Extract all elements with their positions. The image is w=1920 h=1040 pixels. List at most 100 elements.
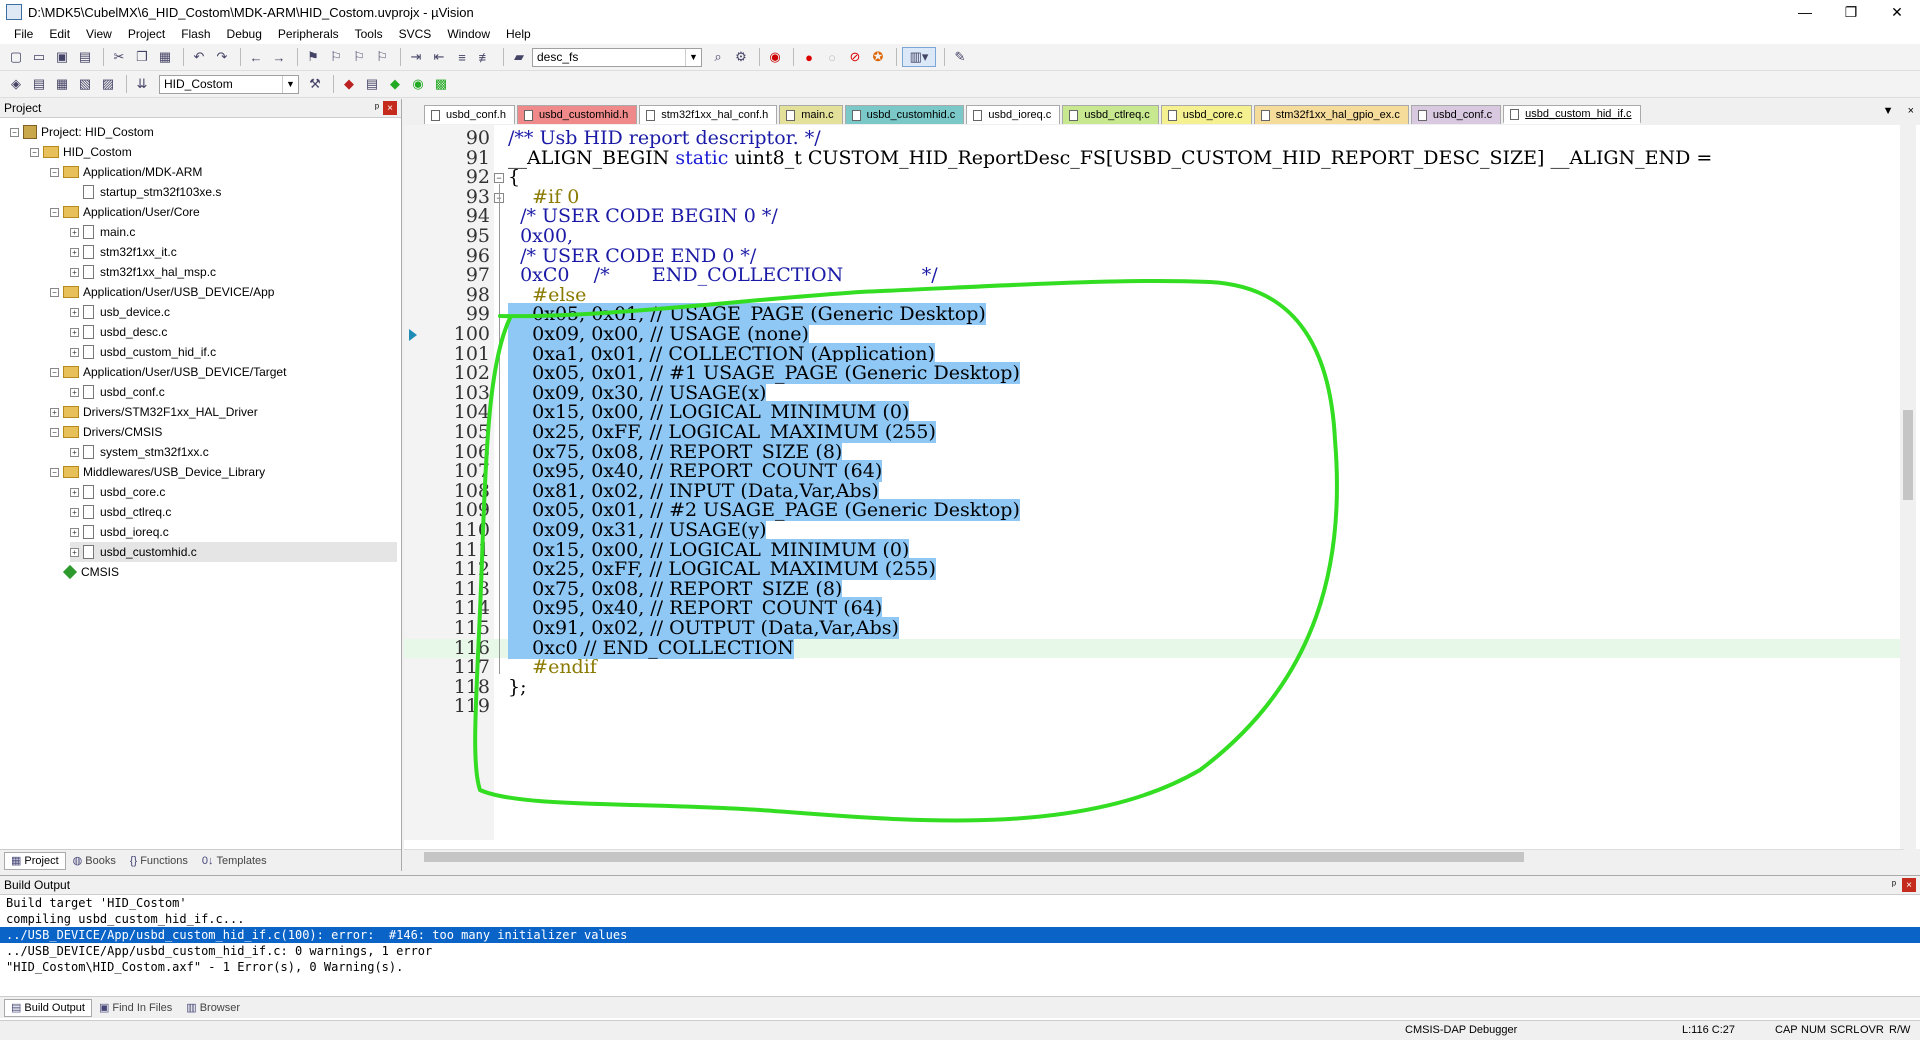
collapse-icon[interactable]: − xyxy=(50,367,59,377)
editor-tab[interactable]: stm32f1xx_hal_conf.h xyxy=(639,105,778,124)
paste-icon[interactable]: ▦ xyxy=(155,47,175,67)
tree-item[interactable]: + usbd_ctlreq.c xyxy=(70,502,397,522)
target-options-icon[interactable]: ⚒ xyxy=(305,74,325,94)
editor-tab[interactable]: usbd_custom_hid_if.c xyxy=(1503,105,1641,124)
menu-svcs[interactable]: SVCS xyxy=(391,27,440,41)
find-in-files-icon[interactable]: ▰ xyxy=(509,47,529,67)
comment-icon[interactable]: ≡ xyxy=(452,47,472,67)
editor-tab[interactable]: usbd_customhid.h xyxy=(516,105,638,124)
tree-item[interactable]: − Drivers/CMSIS xyxy=(50,422,397,442)
menu-flash[interactable]: Flash xyxy=(173,27,218,41)
debug-session-icon[interactable]: ◉ xyxy=(765,47,785,67)
expand-icon[interactable]: + xyxy=(70,247,79,257)
tree-item[interactable]: − Middlewares/USB_Device_Library xyxy=(50,462,397,482)
editor-tab[interactable]: usbd_core.c xyxy=(1160,105,1252,124)
select-packs-icon[interactable]: ▤ xyxy=(362,74,382,94)
tree-item[interactable]: − HID_Costom xyxy=(30,142,397,162)
tab-browser[interactable]: ▥ Browser xyxy=(179,999,247,1017)
close-tab-icon[interactable]: × xyxy=(1908,105,1914,117)
tree-item[interactable]: + usb_device.c xyxy=(70,302,397,322)
close-button[interactable]: ✕ xyxy=(1874,0,1920,24)
fold-collapse-icon[interactable]: − xyxy=(494,173,504,184)
menu-view[interactable]: View xyxy=(78,27,120,41)
tab-books[interactable]: ◍ Books xyxy=(66,852,123,870)
tree-item[interactable]: + Drivers/STM32F1xx_HAL_Driver xyxy=(50,402,397,422)
tree-item[interactable]: − Project: HID_Costom xyxy=(10,122,397,142)
expand-icon[interactable]: + xyxy=(70,487,79,497)
tree-item[interactable]: + usbd_conf.c xyxy=(70,382,397,402)
expand-icon[interactable]: + xyxy=(70,227,79,237)
tab-list-dropdown-icon[interactable]: ▼ xyxy=(1883,105,1894,117)
tree-item[interactable]: CMSIS xyxy=(50,562,397,582)
editor-tab[interactable]: stm32f1xx_hal_gpio_ex.c xyxy=(1253,105,1409,124)
code-line[interactable]: 116 0xc0 // END_COLLECTION xyxy=(404,636,1904,659)
tree-item[interactable]: + system_stm32f1xx.c xyxy=(70,442,397,462)
unindent-icon[interactable]: ⇤ xyxy=(429,47,449,67)
stop-build-icon[interactable]: ▨ xyxy=(98,74,118,94)
tree-item[interactable]: + stm32f1xx_it.c xyxy=(70,242,397,262)
editor-tab[interactable]: usbd_ioreq.c xyxy=(966,105,1061,124)
tree-item[interactable]: + usbd_core.c xyxy=(70,482,397,502)
scrollbar-thumb[interactable] xyxy=(1903,410,1913,500)
code-line[interactable]: 112 0x25, 0xFF, // LOGICAL_MAXIMUM (255) xyxy=(404,558,1904,581)
find-icon[interactable]: ⌕ xyxy=(708,47,728,67)
tree-item[interactable]: + stm32f1xx_hal_msp.c xyxy=(70,262,397,282)
expand-icon[interactable]: + xyxy=(70,547,79,557)
editor-tab[interactable]: main.c xyxy=(779,105,843,124)
expand-icon[interactable]: + xyxy=(50,407,59,417)
nav-back-icon[interactable]: ← xyxy=(246,47,266,67)
save-icon[interactable]: ▣ xyxy=(52,47,72,67)
collapse-icon[interactable]: − xyxy=(50,167,59,177)
undo-icon[interactable]: ↶ xyxy=(189,47,209,67)
menu-help[interactable]: Help xyxy=(498,27,539,41)
scrollbar-thumb[interactable] xyxy=(424,852,1524,862)
minimize-button[interactable]: — xyxy=(1782,0,1828,24)
build-output-line[interactable]: Build target 'HID_Costom' xyxy=(0,895,1920,911)
rte-icon[interactable]: ◆ xyxy=(385,74,405,94)
build-error-line[interactable]: ../USB_DEVICE/App/usbd_custom_hid_if.c(1… xyxy=(0,927,1920,943)
find-combo[interactable]: desc_fs ▼ xyxy=(532,47,702,67)
indent-icon[interactable]: ⇥ xyxy=(406,47,426,67)
maximize-button[interactable]: ❐ xyxy=(1828,0,1874,24)
manage-components-icon[interactable]: ◆ xyxy=(339,74,359,94)
breakpoint-disable-icon[interactable]: ○ xyxy=(822,47,842,67)
expand-icon[interactable]: + xyxy=(70,347,79,357)
expand-icon[interactable]: + xyxy=(70,507,79,517)
code-line[interactable]: 107 0x95, 0x40, // REPORT_COUNT (64) xyxy=(404,460,1904,483)
copy-icon[interactable]: ❐ xyxy=(132,47,152,67)
menu-debug[interactable]: Debug xyxy=(219,27,270,41)
expand-icon[interactable]: + xyxy=(70,527,79,537)
tree-item[interactable]: − Application/User/USB_DEVICE/App xyxy=(50,282,397,302)
manage-rte-icon[interactable]: ▩ xyxy=(431,74,451,94)
nav-forward-icon[interactable]: → xyxy=(269,47,289,67)
code-line[interactable]: 97 0xC0 /* END_COLLECTION */ xyxy=(404,265,1904,286)
menu-file[interactable]: File xyxy=(6,27,41,41)
build-output-text[interactable]: Build target 'HID_Costom' compiling usbd_… xyxy=(0,895,1920,975)
build-icon[interactable]: ▤ xyxy=(29,74,49,94)
code-line[interactable]: 100 0x09, 0x00, // USAGE (none) xyxy=(404,323,1904,345)
code-line[interactable]: 110 0x09, 0x31, // USAGE(y) xyxy=(404,519,1904,541)
collapse-icon[interactable]: − xyxy=(50,207,59,217)
code-line[interactable]: 91 __ALIGN_BEGIN static uint8_t CUSTOM_HI… xyxy=(404,148,1904,169)
code-line[interactable]: 92{ xyxy=(404,167,1904,188)
code-line[interactable]: 115 0x91, 0x02, // OUTPUT (Data,Var,Abs) xyxy=(404,617,1904,639)
menu-edit[interactable]: Edit xyxy=(41,27,78,41)
editor-tab[interactable]: usbd_customhid.c xyxy=(844,105,965,124)
breakpoint-icon[interactable]: ● xyxy=(799,47,819,67)
window-layout-icon[interactable]: ▥▾ xyxy=(902,47,936,67)
expand-icon[interactable]: + xyxy=(70,327,79,337)
build-output-line[interactable]: ../USB_DEVICE/App/usbd_custom_hid_if.c: … xyxy=(0,943,1920,959)
tab-functions[interactable]: {} Functions xyxy=(123,852,195,870)
tab-templates[interactable]: 0↓ Templates xyxy=(195,852,274,870)
menu-peripherals[interactable]: Peripherals xyxy=(270,27,347,41)
new-file-icon[interactable]: ▢ xyxy=(6,47,26,67)
expand-icon[interactable]: + xyxy=(70,447,79,457)
pin-icon[interactable]: ᵖ xyxy=(375,102,379,114)
code-line[interactable]: 118}; xyxy=(404,677,1904,698)
open-file-icon[interactable]: ▭ xyxy=(29,47,49,67)
code-line[interactable]: 117 #endif xyxy=(404,657,1904,678)
redo-icon[interactable]: ↷ xyxy=(212,47,232,67)
batch-build-icon[interactable]: ▧ xyxy=(75,74,95,94)
pin-icon[interactable]: ᵖ xyxy=(1892,879,1896,891)
expand-icon[interactable]: + xyxy=(70,267,79,277)
